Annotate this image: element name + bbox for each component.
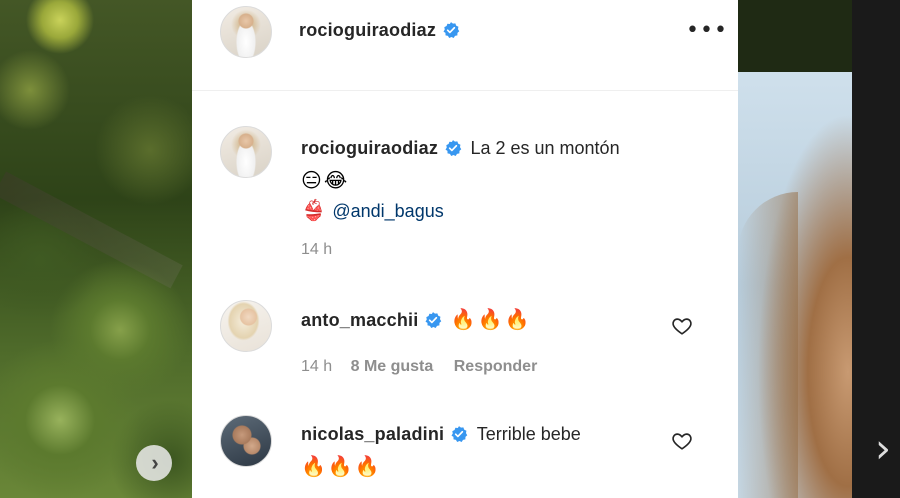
caption-emojis: 😑😂 (301, 168, 350, 192)
comment-emojis: 🔥🔥🔥 (301, 454, 382, 478)
author-name-block: rocioguiraodiaz (299, 20, 460, 41)
caption-line-1: rocioguiraodiaz La 2 es un montón (301, 133, 620, 165)
caption-body: rocioguiraodiaz La 2 es un montón 😑😂 👙 @… (301, 133, 620, 228)
bikini-emoji: 👙 (301, 198, 328, 222)
branch-decoration (0, 171, 183, 289)
caption-text: La 2 es un montón (470, 138, 620, 158)
header-divider (192, 90, 738, 91)
overlay-backdrop (852, 0, 900, 498)
caption: rocioguiraodiaz La 2 es un montón 😑😂 👙 @… (192, 126, 738, 266)
author-avatar[interactable] (220, 6, 272, 58)
comment-text: 🔥🔥🔥 (450, 307, 532, 331)
verified-badge-icon (425, 312, 442, 328)
caption-avatar[interactable] (220, 126, 272, 178)
comment-meta: 14 h 8 Me gusta Responder (301, 358, 537, 376)
more-options-icon[interactable]: ••• (686, 20, 727, 42)
verified-badge-icon (451, 426, 468, 442)
comment-line-1: nicolas_paladini Terrible bebe (301, 419, 581, 451)
photo-detail (738, 192, 798, 498)
commenter-username[interactable]: anto_macchii (301, 310, 418, 330)
comment-body: anto_macchii 🔥🔥🔥 (301, 304, 532, 337)
author-username[interactable]: rocioguiraodiaz (299, 20, 436, 40)
comment-body: nicolas_paladini Terrible bebe 🔥🔥🔥 (301, 419, 581, 481)
verified-badge-icon (445, 140, 462, 156)
commenter-avatar[interactable] (220, 415, 272, 467)
mention-link[interactable]: @andi_bagus (332, 201, 443, 221)
comment-time[interactable]: 14 h (301, 358, 332, 375)
caption-mention-line: 👙 @andi_bagus (301, 195, 620, 228)
commenter-avatar[interactable] (220, 300, 272, 352)
comment-text: Terrible bebe (476, 424, 581, 444)
comment-likes[interactable]: 8 Me gusta (351, 358, 434, 375)
comment-item: nicolas_paladini Terrible bebe 🔥🔥🔥 (192, 415, 738, 498)
post-image-left (0, 0, 192, 498)
post-header: rocioguiraodiaz ••• (192, 0, 738, 62)
chevron-right-icon: › (151, 450, 159, 475)
heart-icon[interactable] (671, 315, 693, 337)
comment-item: anto_macchii 🔥🔥🔥 14 h 8 Me gusta Respond… (192, 300, 738, 390)
verified-badge-icon (443, 22, 460, 38)
caption-time[interactable]: 14 h (301, 241, 332, 259)
post-panel: rocioguiraodiaz ••• rocioguiraodiaz La 2… (192, 0, 738, 498)
background-image-right (738, 72, 852, 498)
commenter-username[interactable]: nicolas_paladini (301, 424, 444, 444)
caption-username[interactable]: rocioguiraodiaz (301, 138, 438, 158)
chevron-right-icon: › (875, 426, 891, 472)
reply-button[interactable]: Responder (454, 358, 538, 375)
heart-icon[interactable] (671, 430, 693, 452)
carousel-next-button[interactable]: › (136, 445, 172, 481)
next-post-button[interactable]: › (868, 425, 898, 473)
